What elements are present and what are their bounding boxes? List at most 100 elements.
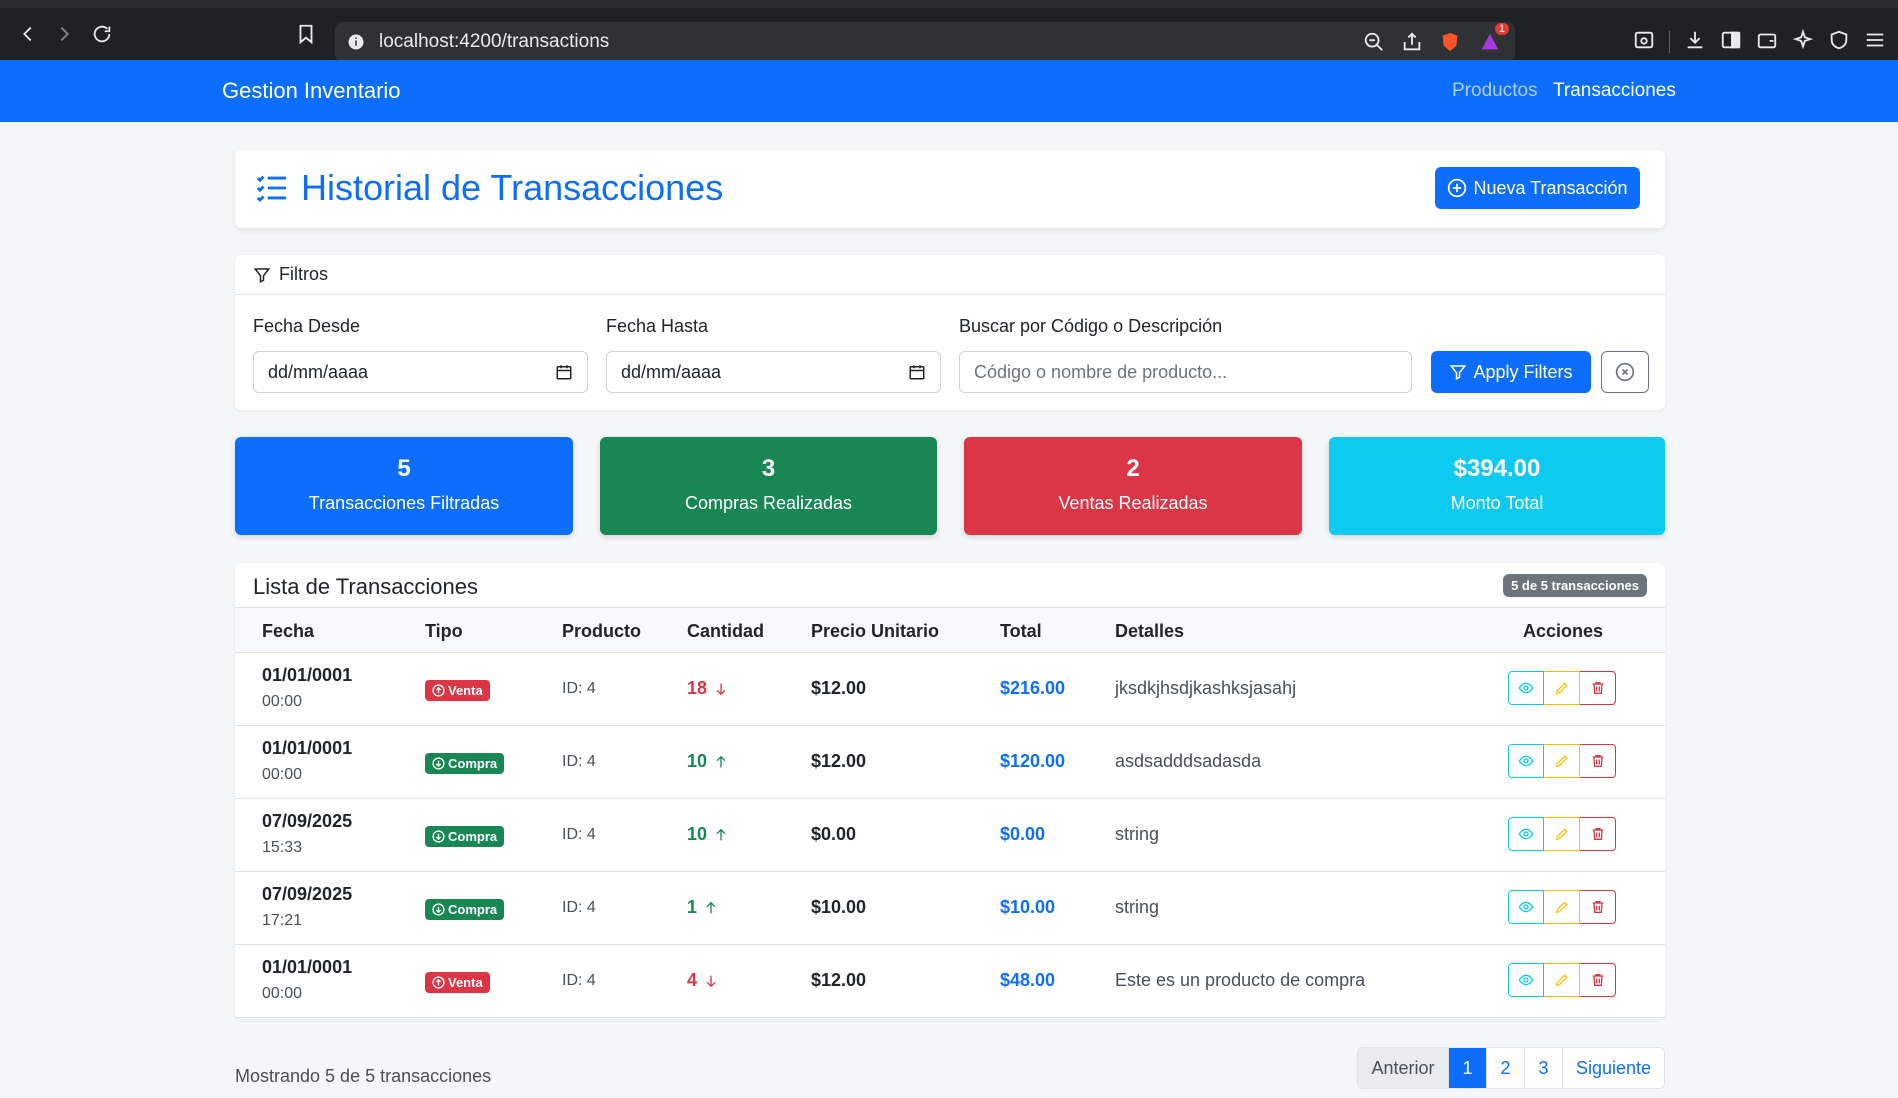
menu-icon[interactable] [1864,29,1886,56]
edit-button[interactable] [1544,671,1580,705]
arrow-up-icon [713,754,729,770]
x-circle-icon [1615,362,1635,382]
filters-card: Filtros Fecha Desde dd/mm/aaaa Fecha Has… [235,255,1665,410]
table-row: 01/01/0001 00:00 Compra ID: 4 10 $12.00 $120.0… [235,726,1665,799]
arrow-up-icon [703,900,719,916]
row-unit-price: $10.00 [811,897,867,917]
column-header: Acciones [1523,621,1604,641]
plus-circle-icon [1447,178,1467,198]
view-button[interactable] [1508,963,1544,997]
leo-ai-icon[interactable] [1792,28,1814,56]
transactions-table-card: Lista de Transacciones 5 de 5 transaccio… [235,563,1665,1019]
row-product: ID: 4 [562,753,596,770]
browser-toolbar: localhost:4200/transactions 1 [0,0,1898,62]
eye-icon [1518,680,1534,696]
view-button[interactable] [1508,817,1544,851]
row-product: ID: 4 [562,680,596,697]
row-product: ID: 4 [562,826,596,843]
quantity-value: 18 [687,678,708,698]
type-badge: Venta [425,680,490,701]
row-actions [1508,890,1616,924]
pagination-page-1[interactable]: 1 [1448,1048,1486,1088]
clear-filters-button[interactable] [1601,351,1649,393]
forward-icon[interactable] [46,16,82,52]
delete-button[interactable] [1580,744,1616,778]
pencil-icon [1554,972,1570,988]
table-row: 07/09/2025 17:21 Compra ID: 4 1 $10.00 $10.00 s… [235,872,1665,945]
url-text[interactable]: localhost:4200/transactions [379,31,609,53]
zoom-icon[interactable] [1363,31,1385,53]
row-total: $0.00 [1000,824,1046,844]
trash-icon [1590,899,1606,915]
column-header: Cantidad [687,621,765,641]
quantity-value: 4 [687,970,698,990]
search-input[interactable]: Código o nombre de producto... [959,351,1412,393]
column-header: Detalles [1115,621,1185,641]
delete-button[interactable] [1580,671,1616,705]
share-icon[interactable] [1401,31,1423,53]
new-transaction-button[interactable]: Nueva Transacción [1435,167,1640,209]
pagination-page-3[interactable]: 3 [1524,1048,1562,1088]
calendar-icon[interactable] [908,363,926,381]
back-icon[interactable] [10,16,46,52]
arrow-up-icon [713,827,729,843]
view-button[interactable] [1508,890,1544,924]
row-actions [1508,744,1616,778]
view-button[interactable] [1508,671,1544,705]
type-label: Compra [448,756,498,771]
site-info-icon[interactable] [347,33,365,51]
row-product: ID: 4 [562,899,596,916]
pagination-previous[interactable]: Anterior [1358,1048,1448,1088]
stat-value: $394.00 [1453,455,1541,482]
pencil-icon [1554,753,1570,769]
row-actions [1508,963,1616,997]
delete-button[interactable] [1580,817,1616,851]
type-badge: Compra [425,899,505,920]
brand-link[interactable]: Gestion Inventario [222,78,401,104]
stat-label: Ventas Realizadas [1058,493,1208,513]
date-from-input[interactable]: dd/mm/aaaa [253,351,588,393]
brave-rewards-icon[interactable]: 1 [1479,23,1509,53]
arrow-down-icon [713,681,729,697]
brave-shield-icon[interactable] [1439,31,1461,53]
stat-card-purchases: 3 Compras Realizadas [600,437,937,535]
pencil-icon [1554,899,1570,915]
view-button[interactable] [1508,744,1544,778]
date-from-value: dd/mm/aaaa [268,361,369,382]
sidebar-icon[interactable] [1720,29,1742,56]
edit-button[interactable] [1544,890,1580,924]
delete-button[interactable] [1580,963,1616,997]
delete-button[interactable] [1580,890,1616,924]
edit-button[interactable] [1544,744,1580,778]
stat-label: Transacciones Filtradas [308,493,500,513]
arrow-down-icon [703,973,719,989]
wallet-icon[interactable] [1756,29,1778,56]
apply-filters-button[interactable]: Apply Filters [1431,351,1591,393]
eye-icon [1518,826,1534,842]
nav-link-products[interactable]: Productos [1452,80,1538,102]
row-total: $48.00 [1000,970,1056,990]
quantity-value: 10 [687,751,708,771]
date-to-input[interactable]: dd/mm/aaaa [606,351,941,393]
row-actions [1508,817,1616,851]
filter-icon [253,266,271,284]
pagination-next[interactable]: Siguiente [1562,1048,1664,1088]
vpn-icon[interactable] [1828,29,1850,56]
download-icon[interactable] [1684,29,1706,56]
row-details: string [1115,824,1160,844]
edit-button[interactable] [1544,817,1580,851]
reload-icon[interactable] [84,16,120,52]
pagination-page-2[interactable]: 2 [1486,1048,1524,1088]
address-bar[interactable]: localhost:4200/transactions 1 [335,22,1515,62]
calendar-icon[interactable] [555,363,573,381]
type-badge: Venta [425,972,490,993]
bookmark-icon[interactable] [288,16,324,52]
nav-link-transactions[interactable]: Transacciones [1553,80,1676,102]
reader-icon[interactable] [1633,29,1655,56]
toolbar-divider [1669,31,1670,53]
edit-button[interactable] [1544,963,1580,997]
page-title-text: Historial de Transacciones [301,167,724,208]
stat-value: 5 [397,455,411,482]
row-quantity: 18 [687,678,729,699]
type-label: Venta [448,683,483,698]
